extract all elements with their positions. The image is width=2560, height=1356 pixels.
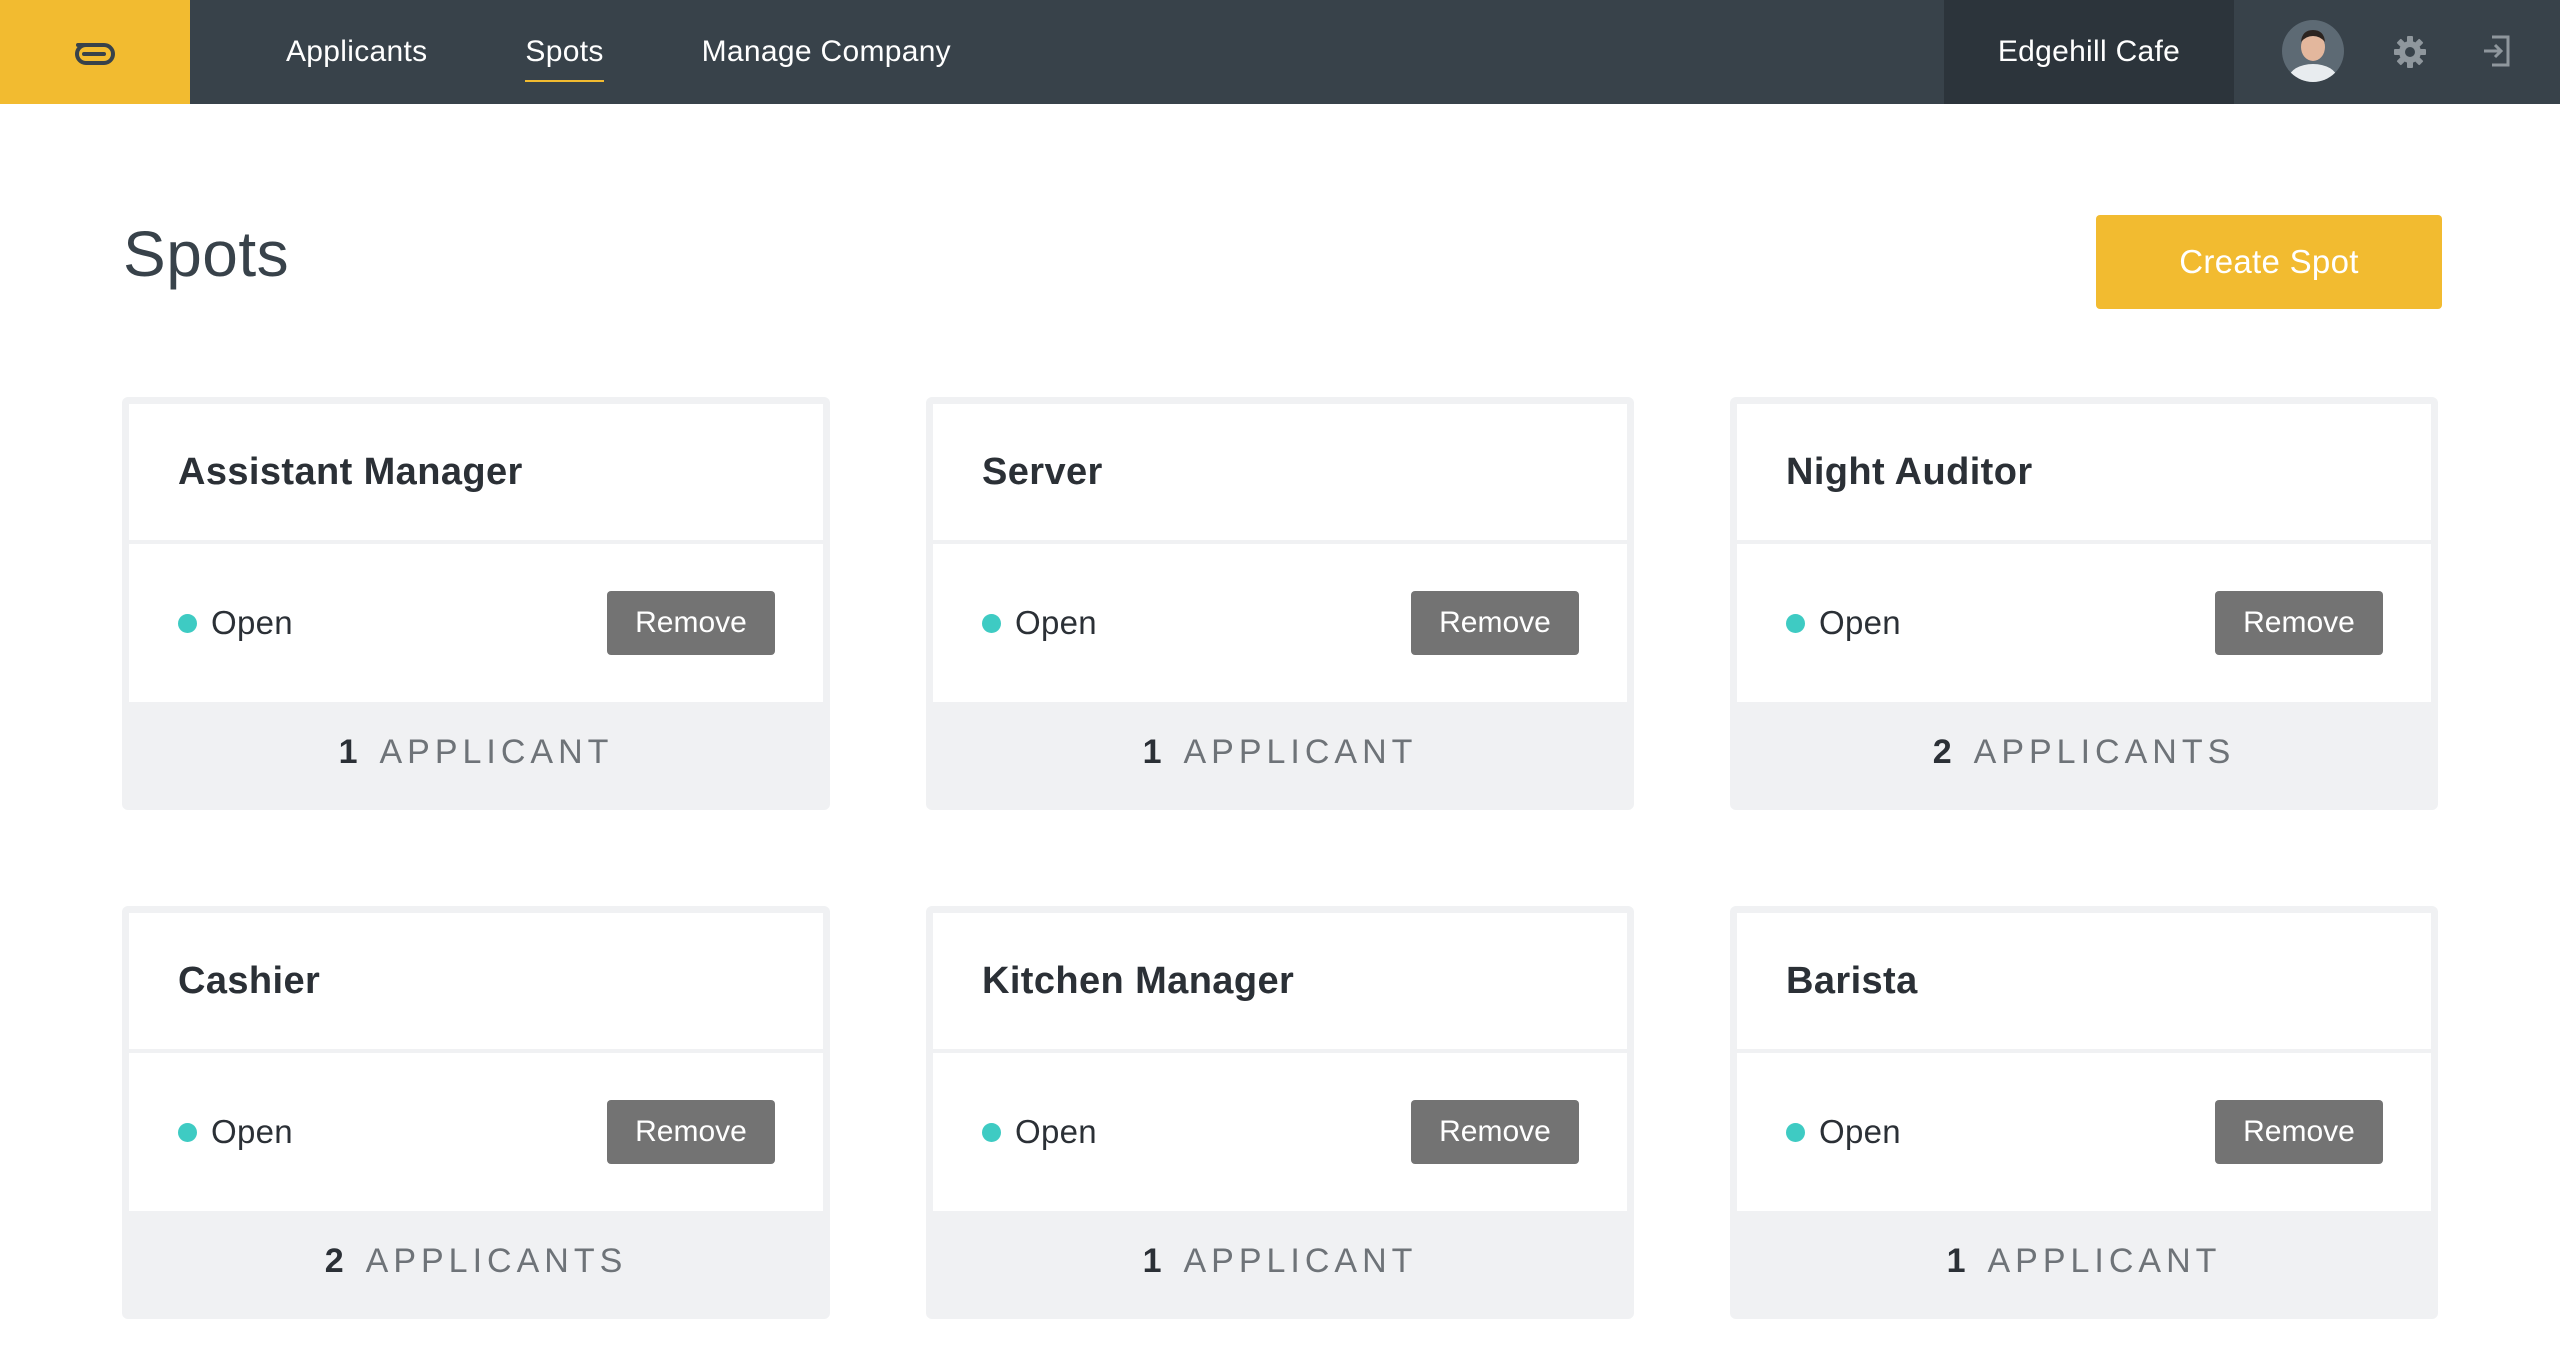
applicant-count-label: APPLICANT <box>1183 733 1418 771</box>
applicant-count-label: APPLICANT <box>1183 1242 1418 1280</box>
nav-links: Applicants Spots Manage Company <box>286 0 1049 104</box>
company-switcher[interactable]: Edgehill Cafe <box>1944 0 2234 104</box>
spot-card-header: Assistant Manager <box>129 404 823 540</box>
status-label: Open <box>211 604 293 641</box>
applicant-count-link[interactable]: 1 APPLICANT <box>933 1211 1627 1312</box>
applicant-count-label: APPLICANTS <box>365 1242 628 1280</box>
status-badge: Open <box>1786 604 1901 642</box>
status-dot-icon <box>982 613 1001 633</box>
status-dot-icon <box>1786 1122 1805 1142</box>
create-spot-button[interactable]: Create Spot <box>2096 215 2442 309</box>
spot-card-body: Open Remove <box>129 1053 823 1211</box>
status-badge: Open <box>982 604 1097 642</box>
remove-button[interactable]: Remove <box>1411 1100 1579 1164</box>
applicant-count: 1 <box>1946 1242 1966 1280</box>
spot-card-body: Open Remove <box>933 544 1627 702</box>
status-badge: Open <box>1786 1113 1901 1151</box>
status-label: Open <box>1819 1113 1901 1150</box>
applicant-count-label: APPLICANTS <box>1973 733 2236 771</box>
applicant-count: 2 <box>1932 733 1952 771</box>
status-label: Open <box>1015 604 1097 641</box>
spot-card: Cashier Open Remove 2 APPLICANTS <box>122 906 830 1319</box>
spot-card-header: Night Auditor <box>1737 404 2431 540</box>
spot-title[interactable]: Kitchen Manager <box>982 960 1294 1003</box>
applicant-count-link[interactable]: 1 APPLICANT <box>933 702 1627 803</box>
status-badge: Open <box>982 1113 1097 1151</box>
status-badge: Open <box>178 1113 293 1151</box>
spot-card-body: Open Remove <box>933 1053 1627 1211</box>
spot-card: Barista Open Remove 1 APPLICANT <box>1730 906 2438 1319</box>
top-nav: Applicants Spots Manage Company Edgehill… <box>0 0 2560 104</box>
status-dot-icon <box>1786 613 1805 633</box>
applicant-count: 1 <box>1142 733 1162 771</box>
remove-button[interactable]: Remove <box>2215 1100 2383 1164</box>
applicant-count-link[interactable]: 1 APPLICANT <box>129 702 823 803</box>
status-badge: Open <box>178 604 293 642</box>
applicant-count-label: APPLICANT <box>379 733 614 771</box>
spot-card: Night Auditor Open Remove 2 APPLICANTS <box>1730 397 2438 810</box>
logo-icon[interactable] <box>0 0 190 104</box>
logout-icon[interactable] <box>2482 34 2512 68</box>
applicant-count-link[interactable]: 2 APPLICANTS <box>129 1211 823 1312</box>
applicant-count-link[interactable]: 2 APPLICANTS <box>1737 702 2431 803</box>
spot-card-header: Kitchen Manager <box>933 913 1627 1049</box>
spot-title[interactable]: Barista <box>1786 960 1918 1003</box>
spot-card-header: Cashier <box>129 913 823 1049</box>
remove-button[interactable]: Remove <box>1411 591 1579 655</box>
spot-card-body: Open Remove <box>129 544 823 702</box>
applicant-count: 2 <box>324 1242 344 1280</box>
status-dot-icon <box>982 1122 1001 1142</box>
applicant-count-link[interactable]: 1 APPLICANT <box>1737 1211 2431 1312</box>
spot-card: Server Open Remove 1 APPLICANT <box>926 397 1634 810</box>
spot-title[interactable]: Server <box>982 451 1103 494</box>
remove-button[interactable]: Remove <box>2215 591 2383 655</box>
status-label: Open <box>1819 604 1901 641</box>
spot-title[interactable]: Night Auditor <box>1786 451 2033 494</box>
avatar[interactable] <box>2282 20 2344 82</box>
applicant-count-label: APPLICANT <box>1987 1242 2222 1280</box>
spots-grid: Assistant Manager Open Remove 1 APPLICAN… <box>122 397 2440 1319</box>
spot-title[interactable]: Assistant Manager <box>178 451 523 494</box>
spot-card: Assistant Manager Open Remove 1 APPLICAN… <box>122 397 830 810</box>
nav-manage-company[interactable]: Manage Company <box>702 37 951 67</box>
applicant-count: 1 <box>338 733 358 771</box>
spot-card-header: Server <box>933 404 1627 540</box>
spot-card: Kitchen Manager Open Remove 1 APPLICANT <box>926 906 1634 1319</box>
gear-icon[interactable] <box>2392 34 2428 70</box>
spot-card-header: Barista <box>1737 913 2431 1049</box>
status-dot-icon <box>178 613 197 633</box>
applicant-count: 1 <box>1142 1242 1162 1280</box>
status-dot-icon <box>178 1122 197 1142</box>
spot-card-body: Open Remove <box>1737 1053 2431 1211</box>
status-label: Open <box>211 1113 293 1150</box>
spot-card-body: Open Remove <box>1737 544 2431 702</box>
nav-spots[interactable]: Spots <box>525 37 604 82</box>
status-label: Open <box>1015 1113 1097 1150</box>
page-title: Spots <box>123 218 290 290</box>
spot-title[interactable]: Cashier <box>178 960 320 1003</box>
nav-applicants[interactable]: Applicants <box>286 37 427 67</box>
remove-button[interactable]: Remove <box>607 1100 775 1164</box>
remove-button[interactable]: Remove <box>607 591 775 655</box>
